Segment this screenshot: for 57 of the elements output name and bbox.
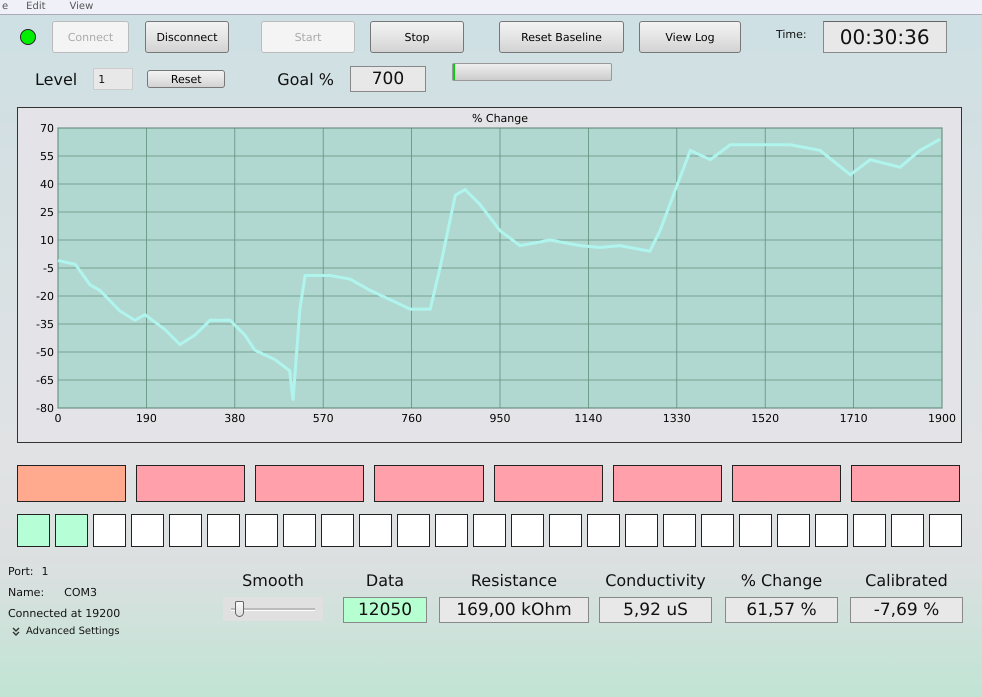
menu-item[interactable]: e — [2, 1, 8, 13]
connection-status: Connected at 19200 — [8, 607, 120, 620]
y-tick-label: -35 — [36, 318, 54, 331]
smooth-label: Smooth — [242, 571, 304, 592]
chart-title: % Change — [472, 112, 528, 125]
y-tick-label: 55 — [40, 150, 54, 163]
x-tick-label: 570 — [312, 412, 334, 425]
menu-item[interactable]: View — [70, 1, 94, 13]
x-tick-label: 1900 — [928, 412, 956, 425]
readout-value: 5,92 uS — [599, 597, 712, 623]
name-label: Name: — [8, 586, 44, 599]
y-tick-label: 40 — [40, 178, 54, 191]
readout-value: 12050 — [343, 597, 427, 623]
time-display: 00:30:36 — [822, 21, 947, 53]
x-tick-label: 190 — [136, 412, 157, 425]
readout-label: Calibrated — [865, 571, 948, 592]
x-tick-label: 0 — [54, 412, 62, 425]
level-field[interactable]: 1 — [93, 68, 134, 90]
y-tick-label: 10 — [40, 234, 54, 247]
name-value: COM3 — [64, 586, 97, 599]
y-tick-label: 70 — [40, 122, 54, 135]
x-tick-label: 950 — [490, 412, 510, 425]
menu-item[interactable]: Edit — [26, 1, 46, 13]
x-tick-label: 760 — [401, 412, 422, 425]
y-tick-label: 25 — [40, 206, 54, 219]
readout-value: -7,69 % — [850, 597, 963, 623]
y-tick-label: -65 — [36, 374, 54, 387]
toolbar-button[interactable]: View Log — [639, 21, 741, 53]
port-label: Port: — [8, 565, 34, 578]
readout-label: Data — [366, 571, 404, 592]
port-value: 1 — [42, 565, 49, 578]
x-tick-label: 1710 — [840, 412, 868, 425]
readout-label: % Change — [740, 571, 822, 592]
toolbar-button[interactable]: Reset Baseline — [499, 21, 624, 53]
level-label: Level — [35, 70, 78, 88]
x-tick-label: 380 — [224, 412, 246, 425]
readout-label: Conductivity — [605, 571, 706, 592]
goal-label: Goal % — [277, 70, 334, 88]
y-tick-label: -50 — [36, 346, 54, 359]
y-tick-label: -5 — [43, 262, 54, 275]
y-tick-label: -80 — [36, 402, 54, 415]
readout-label: Resistance — [470, 571, 558, 592]
x-tick-label: 1520 — [751, 412, 780, 425]
reset-button[interactable]: Reset — [147, 70, 226, 88]
toolbar-button[interactable]: Stop — [370, 21, 464, 53]
readout-value: 169,00 kOhm — [439, 597, 589, 623]
slider-thumb[interactable] — [235, 601, 244, 617]
double-chevron-icon — [12, 627, 20, 636]
readout-value: 61,57 % — [725, 597, 838, 623]
advanced-settings-link[interactable]: Advanced Settings — [8, 626, 120, 637]
x-tick-label: 1330 — [662, 412, 691, 425]
time-label: Time: — [776, 28, 807, 40]
toolbar-button[interactable]: Disconnect — [145, 21, 229, 53]
goal-field: 700 — [350, 66, 426, 92]
x-tick-label: 1140 — [574, 412, 602, 425]
y-tick-label: -20 — [36, 290, 54, 303]
smooth-slider[interactable] — [223, 597, 323, 621]
